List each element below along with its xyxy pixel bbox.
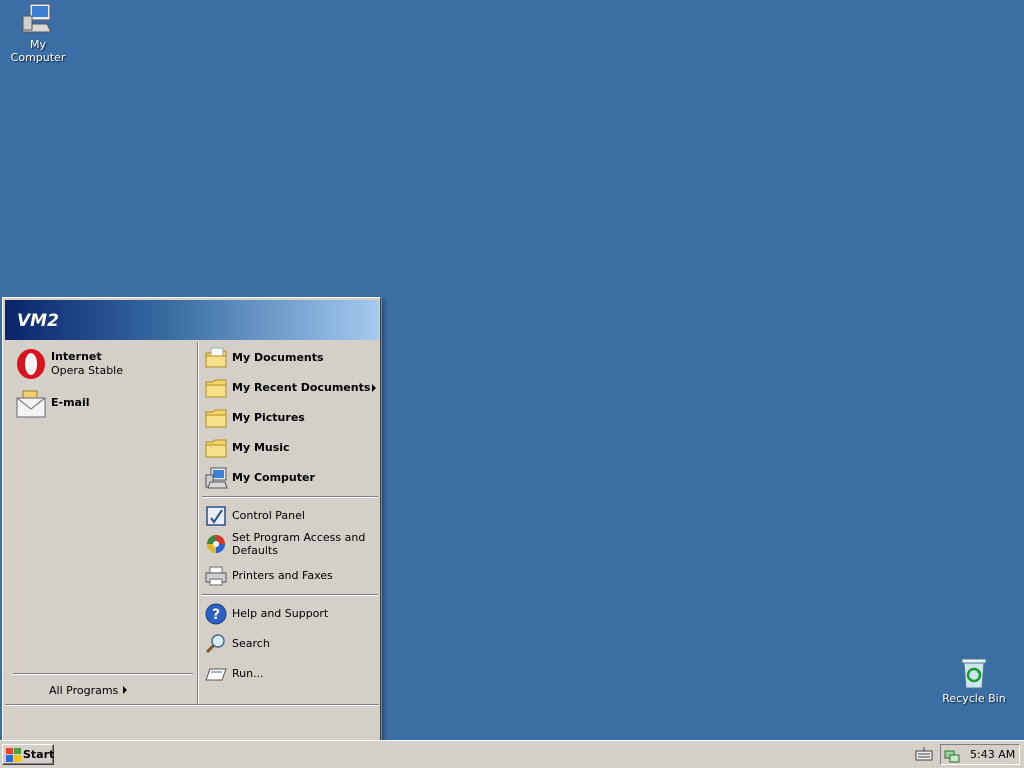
start-menu: VM2 Internet Opera Stable E-mail All Pro… xyxy=(2,297,381,742)
start-menu-places-list: My Documents My Recent Documents My Pict… xyxy=(197,342,380,704)
search-icon xyxy=(205,634,225,654)
desktop-icon-my-computer[interactable]: My Computer xyxy=(0,2,76,64)
arrow-right-icon xyxy=(372,384,376,392)
pinned-item-title: E-mail xyxy=(51,396,90,409)
menu-item-set-program-access[interactable]: Set Program Access and Defaults xyxy=(202,530,378,558)
menu-item-my-documents[interactable]: My Documents xyxy=(202,344,378,372)
start-button[interactable]: Start xyxy=(2,744,54,765)
menu-item-label: My Music xyxy=(232,441,290,454)
desktop-icon-label: Recycle Bin xyxy=(942,692,1006,705)
folder-documents-icon xyxy=(205,347,227,368)
menu-item-printers-and-faxes[interactable]: Printers and Faxes xyxy=(202,562,378,590)
system-tray: 5:43 AM xyxy=(940,744,1020,765)
svg-text:?: ? xyxy=(212,607,220,623)
folder-icon xyxy=(205,379,227,398)
keyboard-indicator[interactable] xyxy=(914,745,936,765)
menu-item-label: My Computer xyxy=(232,471,315,484)
desktop-icon-label: My Computer xyxy=(10,38,66,64)
start-menu-footer xyxy=(5,704,379,740)
pinned-item-email[interactable]: E-mail xyxy=(11,386,191,420)
menu-item-label: Printers and Faxes xyxy=(232,569,333,582)
control-panel-icon xyxy=(206,506,226,526)
menu-item-label: Help and Support xyxy=(232,607,329,620)
computer-icon xyxy=(205,467,228,489)
menu-item-label: Search xyxy=(232,637,270,650)
help-icon: ? xyxy=(205,603,227,625)
all-programs-button[interactable]: All Programs xyxy=(11,680,191,702)
keyboard-icon xyxy=(915,747,933,761)
network-icon[interactable] xyxy=(944,747,960,763)
folder-icon xyxy=(205,439,227,458)
menu-item-help-and-support[interactable]: ? Help and Support xyxy=(202,600,378,628)
menu-item-run[interactable]: Run... xyxy=(202,660,378,688)
start-button-label: Start xyxy=(23,748,55,761)
email-icon xyxy=(16,390,46,418)
start-menu-pinned-list: Internet Opera Stable E-mail All Program… xyxy=(5,342,196,704)
pinned-item-internet[interactable]: Internet Opera Stable xyxy=(11,346,191,380)
menu-item-search[interactable]: Search xyxy=(202,630,378,658)
menu-separator xyxy=(202,594,378,596)
all-programs-label: All Programs xyxy=(49,684,119,697)
menu-item-label: Control Panel xyxy=(232,509,305,522)
user-name: VM2 xyxy=(17,311,59,331)
windows-logo-icon xyxy=(6,748,21,762)
menu-item-my-computer[interactable]: My Computer xyxy=(202,464,378,492)
taskbar: Start 5:43 AM xyxy=(0,740,1024,768)
pinned-item-title: Internet xyxy=(51,350,102,363)
left-column-separator xyxy=(13,673,193,675)
recycle-bin-icon xyxy=(961,658,987,689)
desktop-icon-recycle-bin[interactable]: Recycle Bin xyxy=(936,656,1012,705)
menu-item-my-recent-documents[interactable]: My Recent Documents xyxy=(202,374,378,402)
printer-icon xyxy=(205,566,227,586)
start-menu-header: VM2 xyxy=(5,300,379,340)
menu-item-my-pictures[interactable]: My Pictures xyxy=(202,404,378,432)
run-icon xyxy=(205,668,227,681)
menu-item-label: My Pictures xyxy=(232,411,305,424)
pinned-item-subtitle: Opera Stable xyxy=(51,364,124,377)
menu-item-label: Set Program Access and Defaults xyxy=(232,531,366,557)
clock[interactable]: 5:43 AM xyxy=(970,748,1015,761)
computer-icon xyxy=(21,3,52,33)
folder-icon xyxy=(205,409,227,428)
menu-item-my-music[interactable]: My Music xyxy=(202,434,378,462)
arrow-right-icon xyxy=(123,686,127,694)
menu-separator xyxy=(202,496,378,498)
program-access-icon xyxy=(207,535,225,553)
menu-item-control-panel[interactable]: Control Panel xyxy=(202,502,378,530)
menu-item-label: My Recent Documents xyxy=(232,381,371,394)
menu-item-label: Run... xyxy=(232,667,264,680)
opera-icon xyxy=(17,349,45,379)
menu-item-label: My Documents xyxy=(232,351,324,364)
